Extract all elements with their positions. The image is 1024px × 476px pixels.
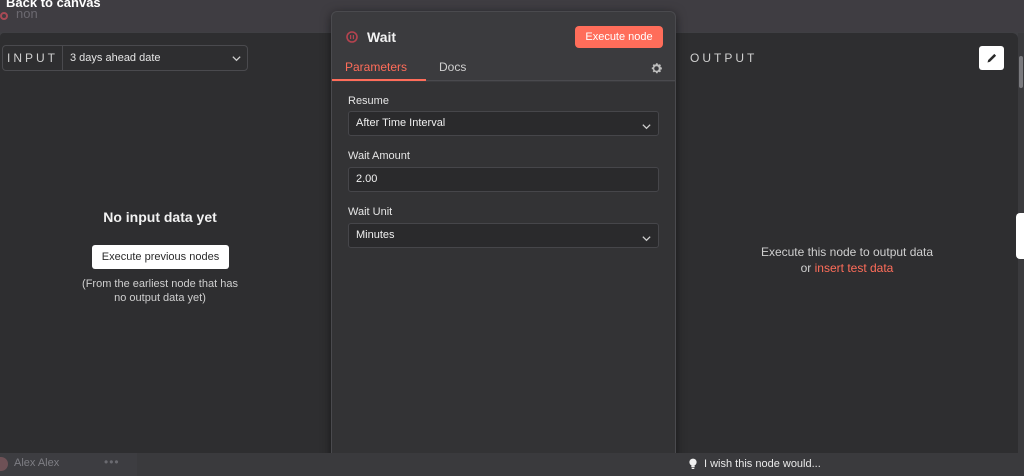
- wait-amount-input[interactable]: 2.00: [348, 167, 659, 192]
- pencil-icon: [987, 53, 996, 63]
- input-empty-hint: (From the earliest node that has no outp…: [80, 277, 240, 305]
- wait-amount-label: Wait Amount: [348, 150, 410, 162]
- chevron-down-icon: [641, 118, 652, 130]
- wait-unit-select[interactable]: Minutes: [348, 223, 659, 248]
- wait-unit-value: Minutes: [356, 229, 395, 241]
- output-label: OUTPUT: [690, 51, 758, 65]
- input-hint-line-1: (From the earliest node that has: [82, 278, 238, 290]
- input-hint-line-2: no output data yet): [114, 292, 206, 304]
- output-or-text: or: [800, 261, 812, 275]
- chevron-down-icon[interactable]: [225, 46, 247, 70]
- lightbulb-icon: [689, 458, 697, 469]
- node-feedback-link[interactable]: I wish this node would...: [688, 458, 821, 470]
- tab-parameters[interactable]: Parameters: [345, 60, 407, 74]
- wait-unit-label: Wait Unit: [348, 206, 393, 218]
- panel-drag-handle[interactable]: [1016, 213, 1024, 259]
- output-message-line: Execute this node to output data: [760, 245, 934, 259]
- node-tabs: Parameters Docs: [332, 58, 675, 81]
- active-tab-indicator: [332, 79, 426, 81]
- execute-previous-nodes-button[interactable]: Execute previous nodes: [92, 245, 229, 269]
- node-title[interactable]: Wait: [367, 29, 396, 45]
- feedback-text: I wish this node would...: [704, 458, 821, 470]
- app-logo: [0, 12, 8, 20]
- execute-node-button[interactable]: Execute node: [575, 26, 663, 48]
- back-to-canvas-link[interactable]: Back to canvas: [6, 0, 101, 10]
- insert-test-data-link[interactable]: insert test data: [815, 261, 894, 275]
- output-empty-message: Execute this node to output data or inse…: [727, 244, 967, 276]
- output-message-line-2: or insert test data: [727, 260, 967, 276]
- input-label: INPUT: [3, 46, 63, 70]
- resume-label: Resume: [348, 95, 389, 107]
- node-settings-panel: Wait Execute node Parameters Docs Resume…: [331, 11, 676, 474]
- resume-value: After Time Interval: [356, 117, 446, 129]
- chevron-down-icon: [641, 230, 652, 242]
- input-node-selector[interactable]: INPUT 3 days ahead date: [2, 45, 248, 71]
- tab-docs[interactable]: Docs: [439, 60, 466, 74]
- user-name: Alex Alex: [14, 457, 60, 469]
- gear-icon[interactable]: [650, 62, 663, 75]
- wait-node-icon: [346, 30, 358, 43]
- user-menu-button[interactable]: •••: [104, 455, 120, 469]
- scrollbar-thumb[interactable]: [1019, 56, 1023, 88]
- resume-select[interactable]: After Time Interval: [348, 111, 659, 136]
- bottom-bar: [0, 453, 1024, 476]
- wait-amount-value: 2.00: [356, 173, 378, 185]
- edit-output-button[interactable]: [979, 46, 1004, 70]
- parameters-form: Resume After Time Interval Wait Amount 2…: [332, 82, 675, 474]
- node-header: Wait Execute node: [332, 12, 675, 60]
- input-empty-title: No input data yet: [103, 209, 217, 225]
- input-node-select-value[interactable]: 3 days ahead date: [63, 52, 225, 64]
